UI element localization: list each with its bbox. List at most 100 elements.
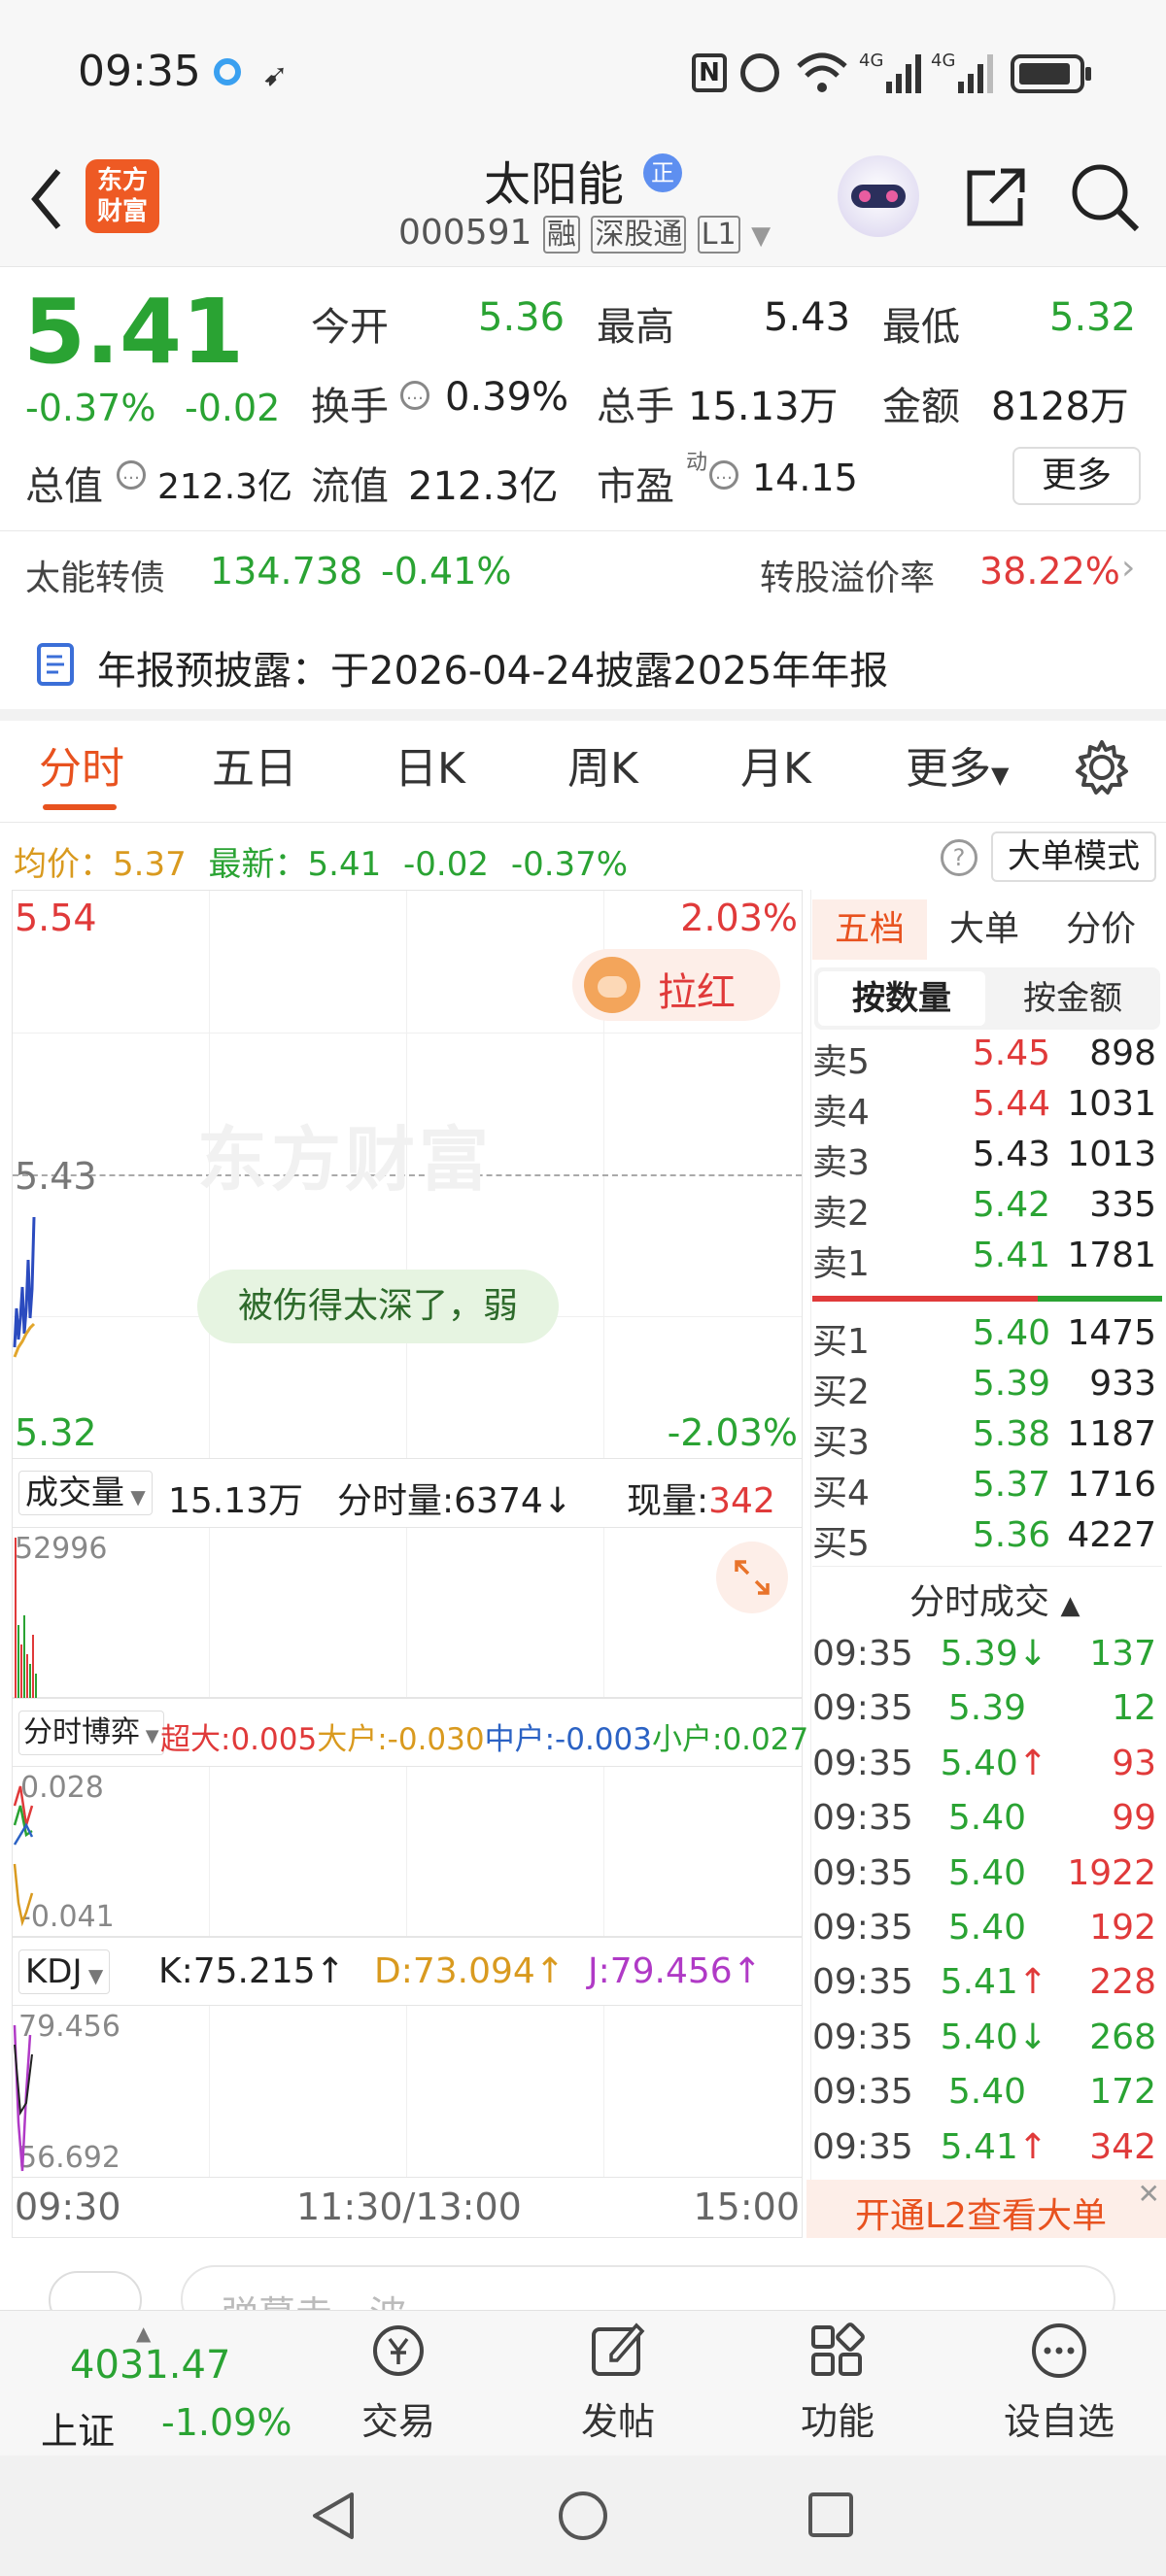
dropdown-triangle-icon: ▼ — [751, 221, 772, 251]
system-recents-icon[interactable] — [806, 2491, 857, 2541]
l2-banner[interactable]: 开通L2查看大单 ✕ — [806, 2178, 1166, 2238]
nav-functions[interactable]: 功能 — [760, 2322, 915, 2445]
search-icon[interactable] — [1069, 159, 1141, 237]
subtab-by-amount[interactable]: 按金额 — [989, 971, 1156, 1026]
nav-post[interactable]: 发帖 — [540, 2322, 696, 2445]
bid-row[interactable]: 买2 5.39 933 — [812, 1364, 1162, 1414]
more-button[interactable]: 更多 — [1012, 447, 1141, 505]
kdj-selector[interactable]: KDJ ▼ — [18, 1949, 111, 1994]
alarm-icon — [740, 53, 779, 92]
ask-label: 卖1 — [812, 1244, 870, 1284]
ask-row[interactable]: 卖1 5.41 1781 — [812, 1236, 1162, 1286]
divider — [0, 530, 1166, 531]
tick-volume-label: 分时量: — [337, 1481, 455, 1521]
ask-qty: 898 — [1089, 1034, 1156, 1073]
app-notification-icon: ➹ — [262, 56, 289, 93]
volume-selector[interactable]: 成交量 ▼ — [18, 1471, 153, 1515]
index-name: 上证 — [41, 2410, 116, 2453]
game-selector[interactable]: 分时博弈 ▼ — [18, 1711, 164, 1755]
chevron-right-icon[interactable]: › — [1121, 548, 1135, 588]
comment-bubble[interactable]: 被伤得太深了，弱 — [197, 1270, 560, 1343]
trade-arrow-icon: ↑ — [1017, 1962, 1047, 2003]
nav-trade[interactable]: 交易 — [321, 2322, 476, 2445]
logo-line2: 财富 — [96, 197, 148, 226]
svg-text:4G: 4G — [931, 51, 955, 71]
tab-more[interactable]: 更多▼ — [906, 733, 1009, 796]
tab-monthly-k[interactable]: 月K — [740, 733, 811, 796]
system-back-icon[interactable] — [307, 2489, 361, 2543]
orderbook-tab-five[interactable]: 五档 — [812, 899, 927, 960]
game-lines — [13, 1785, 34, 1927]
grid-line — [406, 1767, 407, 1936]
volume-total: 15.13万 — [168, 1481, 304, 1521]
expand-chart-button[interactable] — [716, 1542, 788, 1613]
settings-gear-icon[interactable] — [1073, 738, 1131, 797]
pe-info-icon[interactable]: … — [709, 460, 738, 490]
lahong-button[interactable]: 拉红 — [572, 949, 780, 1021]
ask-row[interactable]: 卖4 5.44 1031 — [812, 1084, 1162, 1135]
stock-name[interactable]: 太阳能 — [484, 146, 624, 214]
turnover-label: 换手 — [311, 385, 389, 429]
section-divider — [0, 709, 1166, 721]
app-logo[interactable]: 东方 财富 — [86, 159, 159, 233]
battery-icon — [1011, 54, 1091, 93]
turnover-info-icon[interactable]: … — [400, 381, 429, 410]
kdj-chart[interactable]: 79.456 56.692 — [12, 2005, 803, 2178]
avg-label: 均价： — [14, 845, 113, 884]
up-arrow-icon: ↑ — [732, 1951, 762, 1991]
intraday-price-chart[interactable]: 东方财富 5.54 2.03% 5.43 5.32 -2.03% 拉红 被伤得太… — [12, 890, 803, 1459]
trade-row: 09:35 5.41↑ 342 — [812, 2127, 1162, 2182]
system-home-icon[interactable] — [556, 2489, 610, 2543]
tab-intraday[interactable]: 分时 — [39, 733, 124, 796]
tab-five-day[interactable]: 五日 — [212, 733, 297, 796]
close-icon[interactable]: ✕ — [1138, 2178, 1160, 2210]
bid-price: 5.39 — [972, 1364, 1050, 1404]
big-order-mode-button[interactable]: 大单模式 — [991, 831, 1156, 882]
bid-row[interactable]: 买5 5.36 4227 — [812, 1515, 1162, 1566]
game-selector-label: 分时博弈 — [23, 1715, 140, 1749]
bid-row[interactable]: 买4 5.37 1716 — [812, 1465, 1162, 1515]
share-icon[interactable] — [962, 163, 1030, 231]
bid-row[interactable]: 买1 5.40 1475 — [812, 1313, 1162, 1364]
bid-row[interactable]: 买3 5.38 1187 — [812, 1414, 1162, 1465]
trade-time: 09:35 — [812, 1798, 913, 1839]
ask-qty: 1031 — [1067, 1084, 1156, 1124]
up-arrow-icon: ↑ — [315, 1951, 345, 1991]
robot-avatar[interactable] — [838, 155, 919, 237]
ask-price: 5.42 — [972, 1185, 1050, 1225]
help-icon[interactable]: ? — [941, 839, 977, 876]
nav-add-watchlist[interactable]: 设自选 — [981, 2322, 1137, 2445]
tick-volume-value: 6374 — [454, 1481, 543, 1521]
ask-row[interactable]: 卖2 5.42 335 — [812, 1185, 1162, 1236]
axis-bottom-pct: -2.03% — [667, 1411, 798, 1454]
edit-post-icon — [592, 2322, 645, 2376]
grid-line — [603, 2006, 604, 2177]
grid-line — [406, 1528, 407, 1697]
game-chart[interactable]: 0.028 -0.041 — [12, 1766, 803, 1937]
notice-text[interactable]: 年报预披露：于2026-04-24披露2025年年报 — [97, 639, 888, 695]
bond-name[interactable]: 太能转债 — [25, 550, 165, 600]
trade-time: 09:35 — [812, 2072, 913, 2113]
tab-daily-k[interactable]: 日K — [394, 733, 465, 796]
time-start: 09:30 — [15, 2186, 121, 2228]
last-value: 5.41 — [307, 845, 382, 884]
subtab-by-quantity[interactable]: 按数量 — [818, 971, 985, 1026]
ask-row[interactable]: 卖5 5.45 898 — [812, 1034, 1162, 1084]
nav-post-label: 发帖 — [580, 2400, 655, 2443]
nav-add-watchlist-label: 设自选 — [1003, 2400, 1115, 2443]
volume-chart[interactable]: 52996 — [12, 1527, 803, 1699]
trades-title[interactable]: 分时成交 ▲ — [909, 1574, 1080, 1624]
stock-code-row[interactable]: 000591 融 深股通 L1 ▼ — [398, 210, 772, 254]
trade-price: 5.40 — [948, 2072, 1026, 2112]
ask-row[interactable]: 卖3 5.43 1013 — [812, 1135, 1162, 1185]
tab-weekly-k[interactable]: 周K — [567, 733, 638, 796]
mktcap-info-icon[interactable]: … — [117, 460, 146, 490]
back-arrow-icon[interactable] — [27, 165, 66, 233]
trade-price-value: 5.39 — [947, 1688, 1026, 1729]
logo-line1: 东方 — [96, 166, 148, 195]
orderbook-tab-large[interactable]: 大单 — [927, 899, 1042, 960]
orderbook-tab-price[interactable]: 分价 — [1044, 899, 1158, 960]
index-ticker[interactable]: ▲ 4031.47 上证 -1.09% — [29, 2322, 311, 2453]
trade-price: 5.40 — [948, 1908, 1026, 1948]
tab-more-label: 更多 — [906, 744, 991, 794]
